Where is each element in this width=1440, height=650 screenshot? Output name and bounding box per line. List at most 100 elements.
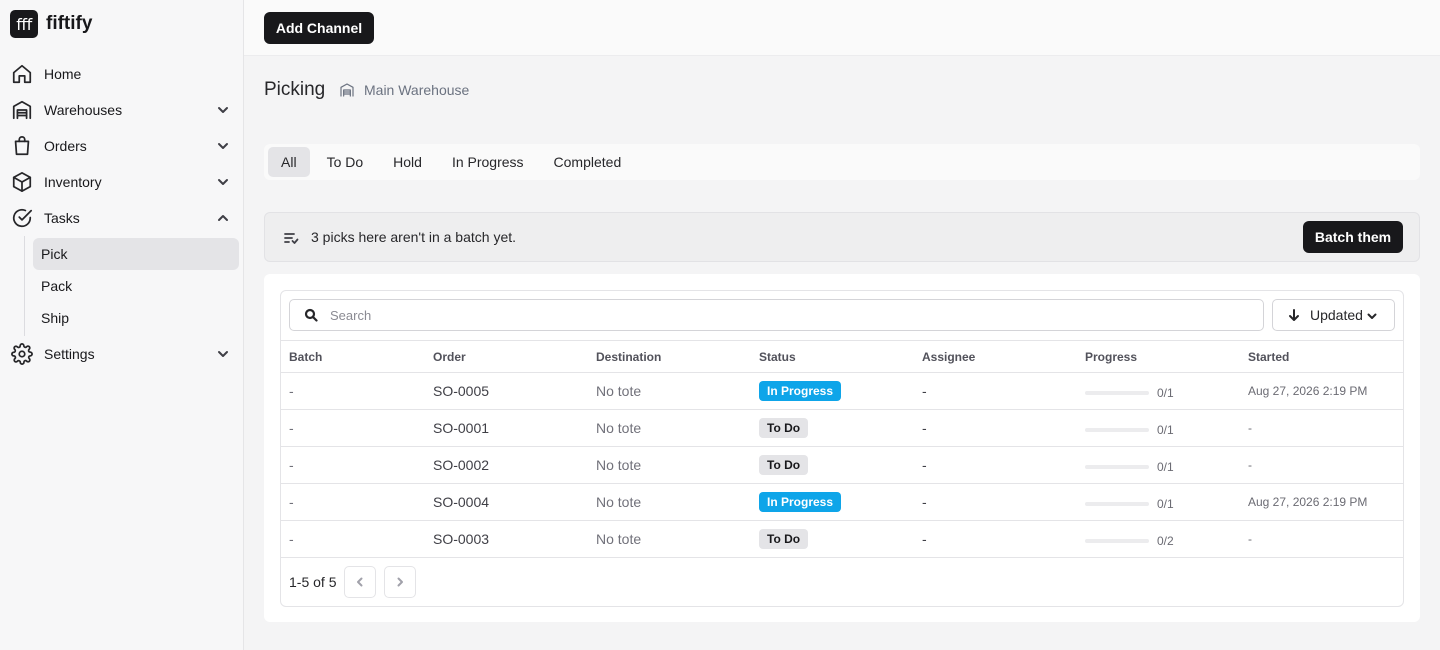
tab-to-do[interactable]: To Do <box>314 147 377 177</box>
page-title: Picking <box>264 79 326 100</box>
batch-cell: - <box>281 409 425 447</box>
brand-name: fiftify <box>46 13 93 34</box>
brand-logo: fff <box>10 10 38 38</box>
progress-cell: 0/2 <box>1077 520 1240 558</box>
column-header[interactable]: Batch <box>281 340 425 373</box>
status-cell: To Do <box>751 409 914 447</box>
started-cell: Aug 27, 2026 2:19 PM <box>1240 372 1403 410</box>
next-page-button[interactable] <box>384 566 417 598</box>
status-tabs: All To Do Hold In Progress Completed <box>264 144 1420 180</box>
chevron-up-icon <box>216 211 230 225</box>
picks-card: Updated BatchOrderDestinationStatusAssig… <box>264 274 1420 622</box>
chevron-left-icon <box>357 577 363 587</box>
sidebar-subitem-ship[interactable]: Ship <box>33 302 239 334</box>
sidebar-item-settings[interactable]: Settings <box>10 340 236 368</box>
status-cell: To Do <box>751 446 914 484</box>
sidebar: fff fiftify Home Warehouses Orders Inven… <box>0 0 244 650</box>
destination-cell: No tote <box>588 520 751 558</box>
batch-them-button[interactable]: Batch them <box>1303 221 1403 253</box>
assignee-cell: - <box>914 372 1077 410</box>
sort-button[interactable]: Updated <box>1272 299 1395 331</box>
sidebar-item-home[interactable]: Home <box>10 60 236 88</box>
gear-icon <box>10 342 34 366</box>
warehouse-icon <box>339 82 355 98</box>
picks-table: Batch Order Destination Status Assignee Progr… <box>281 340 1403 558</box>
sidebar-item-inventory[interactable]: Inventory <box>10 168 236 196</box>
column-header[interactable]: Assignee <box>914 340 1077 373</box>
pagination-text: 1-5 of 5 <box>289 574 337 590</box>
order-cell[interactable]: SO-0005 <box>425 372 588 410</box>
prev-page-button[interactable] <box>344 566 377 598</box>
sidebar-item-label: Tasks <box>44 210 80 226</box>
batch-cell: - <box>281 520 425 558</box>
tab-all[interactable]: All <box>268 147 310 177</box>
batch-cell: - <box>281 372 425 410</box>
topbar: Add Channel <box>244 0 1440 56</box>
table-row[interactable]: - SO-0004 No tote In Progress -0/1 Aug 27, 20… <box>281 483 1403 521</box>
progress-cell: 0/1 <box>1077 372 1240 410</box>
column-header[interactable]: Progress <box>1077 340 1240 373</box>
check-circle-icon <box>10 206 34 230</box>
home-icon <box>10 62 34 86</box>
tab-hold[interactable]: Hold <box>380 147 435 177</box>
table-row[interactable]: - SO-0001 No tote To Do -0/1- <box>281 409 1403 447</box>
sidebar-item-label: Orders <box>44 138 87 154</box>
status-badge: To Do <box>759 455 809 475</box>
warehouse-name[interactable]: Main Warehouse <box>364 82 469 98</box>
list-check-icon <box>283 230 299 246</box>
destination-cell: No tote <box>588 483 751 521</box>
assignee-cell: - <box>914 520 1077 558</box>
search-icon <box>304 308 318 322</box>
progress-text: 0/1 <box>1157 423 1174 437</box>
status-badge: In Progress <box>759 492 842 512</box>
sidebar-subitem-pack[interactable]: Pack <box>33 270 239 302</box>
sidebar-subitem-pick[interactable]: Pick <box>33 238 239 270</box>
warehouse-icon <box>10 98 34 122</box>
column-header[interactable]: Started <box>1240 340 1403 373</box>
chevron-down-icon <box>216 139 230 153</box>
banner-text: 3 picks here aren't in a batch yet. <box>311 229 517 245</box>
started-cell: - <box>1240 520 1403 558</box>
progress-bar <box>1085 428 1149 432</box>
order-cell[interactable]: SO-0003 <box>425 520 588 558</box>
sidebar-item-tasks[interactable]: Tasks <box>10 204 236 232</box>
order-cell[interactable]: SO-0004 <box>425 483 588 521</box>
sidebar-item-warehouses[interactable]: Warehouses <box>10 96 236 124</box>
status-badge: To Do <box>759 418 809 438</box>
brand[interactable]: fff fiftify <box>10 10 92 38</box>
progress-text: 0/1 <box>1157 386 1174 400</box>
progress-bar <box>1085 465 1149 469</box>
add-channel-button[interactable]: Add Channel <box>264 12 374 44</box>
order-cell[interactable]: SO-0001 <box>425 409 588 447</box>
progress-text: 0/2 <box>1157 534 1174 548</box>
search-input[interactable] <box>330 305 1230 325</box>
progress-bar <box>1085 539 1149 543</box>
pagination: 1-5 of 5 <box>289 566 417 598</box>
batch-cell: - <box>281 483 425 521</box>
status-badge: In Progress <box>759 381 842 401</box>
assignee-cell: - <box>914 483 1077 521</box>
column-header[interactable]: Destination <box>588 340 751 373</box>
box-icon <box>10 170 34 194</box>
tab-completed[interactable]: Completed <box>541 147 635 177</box>
column-header[interactable]: Status <box>751 340 914 373</box>
table-row[interactable]: - SO-0003 No tote To Do -0/2- <box>281 520 1403 558</box>
tab-in-progress[interactable]: In Progress <box>439 147 537 177</box>
table-row[interactable]: - SO-0002 No tote To Do -0/1- <box>281 446 1403 484</box>
sidebar-item-label: Home <box>44 66 82 82</box>
table-row[interactable]: - SO-0005 No tote In Progress -0/1 Aug 27, 20… <box>281 372 1403 410</box>
search-box[interactable] <box>289 299 1264 331</box>
table-header-row: Batch Order Destination Status Assignee Progr… <box>281 340 1403 373</box>
progress-cell: 0/1 <box>1077 446 1240 484</box>
order-cell[interactable]: SO-0002 <box>425 446 588 484</box>
arrow-down-icon <box>1287 308 1301 322</box>
status-cell: To Do <box>751 520 914 558</box>
progress-bar <box>1085 502 1149 506</box>
progress-text: 0/1 <box>1157 497 1174 511</box>
chevron-right-icon <box>397 577 404 587</box>
sidebar-item-orders[interactable]: Orders <box>10 132 236 160</box>
progress-cell: 0/1 <box>1077 409 1240 447</box>
column-header[interactable]: Order <box>425 340 588 373</box>
picks-table-container: Updated BatchOrderDestinationStatusAssig… <box>280 290 1404 607</box>
sort-label: Updated <box>1310 307 1363 323</box>
